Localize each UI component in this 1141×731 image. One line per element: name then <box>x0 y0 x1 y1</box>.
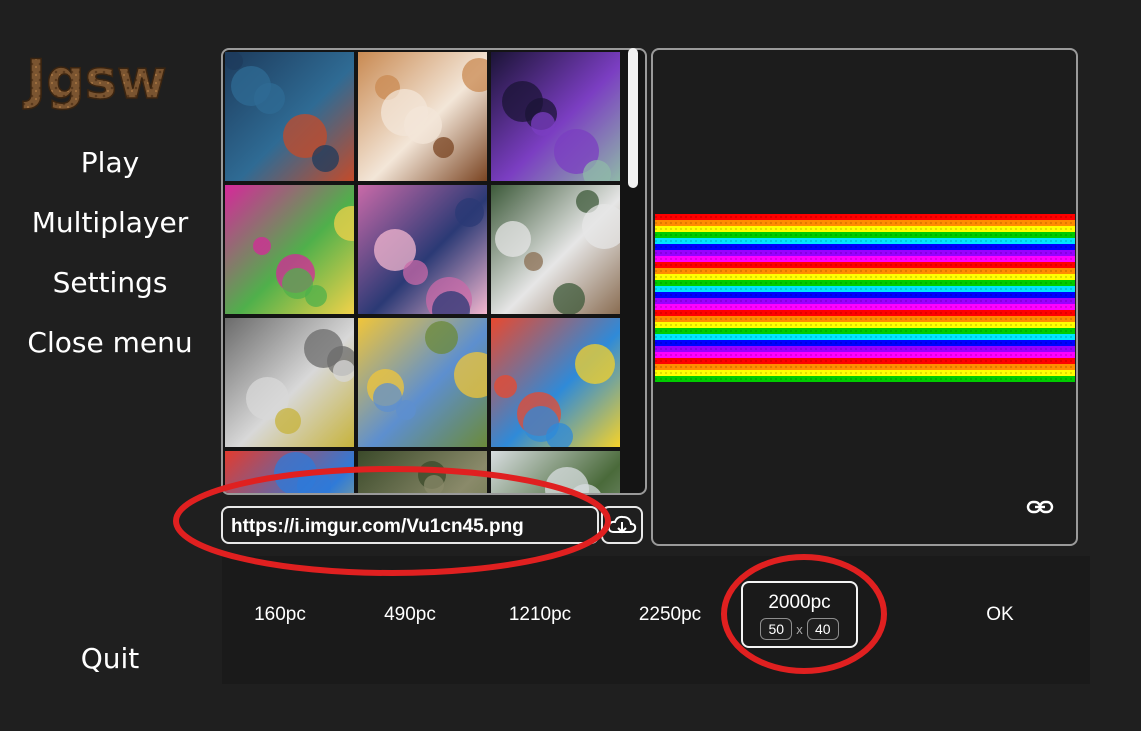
thumbnail-colored-pencils[interactable] <box>225 451 354 493</box>
thumbnail-umbrellas[interactable] <box>491 318 620 447</box>
cols-input[interactable]: 50 <box>760 618 793 640</box>
logo-text: Jgsw <box>22 48 167 111</box>
thumbnail-donuts[interactable] <box>358 52 487 181</box>
jgsw-logo: Jgsw <box>22 47 168 112</box>
size-custom-selected[interactable]: 2000pc 50 x 40 <box>741 581 858 648</box>
thumbnail-white-cat[interactable] <box>491 185 620 314</box>
times-sign: x <box>796 621 803 637</box>
thumbnail-forest[interactable] <box>358 451 487 493</box>
image-url-input[interactable]: https://i.imgur.com/Vu1cn45.png <box>221 506 599 544</box>
link-icon[interactable] <box>1026 497 1054 517</box>
size-490-button[interactable]: 490pc <box>355 604 465 626</box>
thumbnail-yellow-tulips[interactable] <box>358 318 487 447</box>
image-gallery[interactable] <box>221 48 647 495</box>
menu-multiplayer[interactable]: Multiplayer <box>0 206 220 239</box>
thumbnail-space-station[interactable] <box>491 52 620 181</box>
gallery-scrollbar[interactable] <box>628 48 638 188</box>
menu-quit[interactable]: Quit <box>0 642 220 675</box>
menu-play[interactable]: Play <box>0 146 220 179</box>
ok-button[interactable]: OK <box>960 604 1040 626</box>
rows-input[interactable]: 40 <box>806 618 839 640</box>
thumbnail-owl[interactable] <box>225 318 354 447</box>
menu-close[interactable]: Close menu <box>0 326 220 359</box>
size-2250-button[interactable]: 2250pc <box>615 604 725 626</box>
thumbnail-hearts[interactable] <box>358 185 487 314</box>
size-1210-button[interactable]: 1210pc <box>485 604 595 626</box>
rainbow-puzzle-preview <box>655 214 1075 382</box>
thumbnail-trees-sky[interactable] <box>491 451 620 493</box>
thumbnail-colorful-glass[interactable] <box>225 185 354 314</box>
cloud-download-icon <box>607 515 637 534</box>
download-button[interactable] <box>601 506 643 544</box>
thumbnail-circuit-board[interactable] <box>225 52 354 181</box>
menu-settings[interactable]: Settings <box>0 266 220 299</box>
size-custom-label: 2000pc <box>768 592 831 613</box>
size-160-button[interactable]: 160pc <box>225 604 335 626</box>
